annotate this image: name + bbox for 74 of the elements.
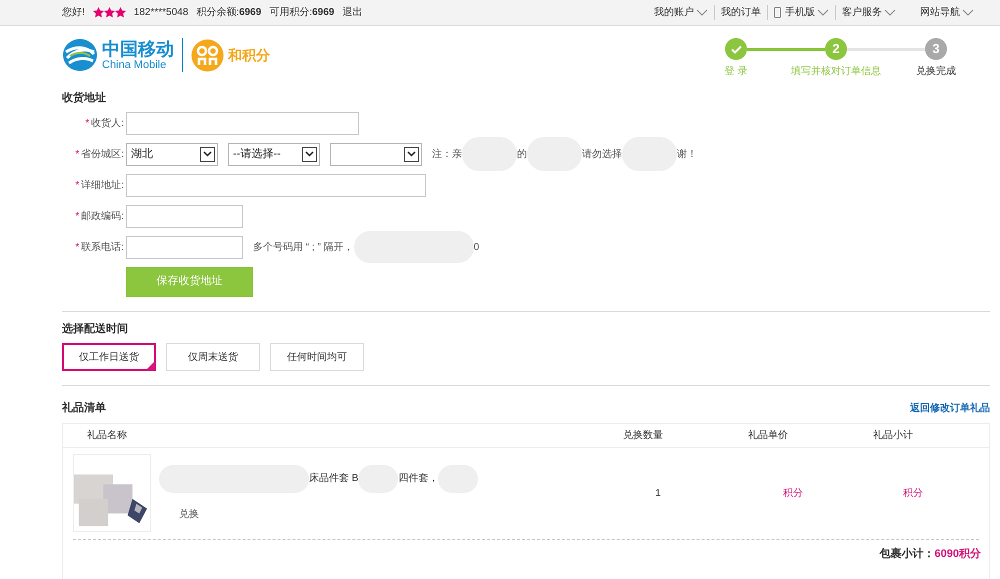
nav-menu-link[interactable]: 手机版 — [785, 5, 815, 20]
delivery-option[interactable]: 任何时间均可 — [270, 343, 364, 371]
star-icon — [104, 7, 115, 18]
text-input-field[interactable] — [126, 236, 243, 258]
nav-menu-link[interactable]: 我的账户 — [654, 5, 694, 20]
column-header: 兑换数量 — [622, 428, 664, 442]
field-label: 收货人: — [91, 116, 124, 130]
note-text: 注：亲 — [432, 148, 462, 162]
hint-text: 0 — [474, 240, 480, 254]
note-text: 的 — [517, 148, 527, 162]
step-indicator: 3 — [925, 38, 947, 60]
field-label: 详细地址: — [81, 178, 124, 192]
text-input-field[interactable] — [126, 204, 243, 228]
star-icon — [114, 7, 126, 18]
china-mobile-logo-icon — [62, 38, 98, 72]
note-text: 谢！ — [677, 148, 697, 162]
points-logo-icon — [191, 38, 224, 72]
delivery-option[interactable]: 仅周末送货 — [166, 343, 260, 371]
exchange-method-text: 兑换 — [179, 508, 200, 522]
gift-name-text: 四件套， — [398, 472, 438, 486]
dropdown-select[interactable]: 湖北 — [126, 142, 218, 166]
field-label: 省份城区: — [81, 148, 124, 162]
mobile-phone-icon — [774, 7, 781, 18]
package-subtotal-label: 包裹小计： — [880, 546, 935, 562]
back-to-edit-link[interactable]: 返回修改订单礼品 — [910, 400, 990, 416]
chevron-down-icon — [962, 9, 974, 16]
text-input-field[interactable] — [126, 174, 426, 196]
required-mark: * — [75, 240, 80, 254]
nav-menu-link[interactable]: 网站导航 — [920, 5, 960, 20]
section-title: 收货地址 — [62, 90, 107, 106]
logout-link[interactable]: 退出 — [342, 5, 362, 20]
step-label: 填写并核对订单信息 — [791, 64, 881, 79]
unit-price-cell-text: 积分 — [782, 486, 804, 500]
nav-menu-link[interactable]: 客户服务 — [842, 5, 882, 20]
required-mark: * — [75, 178, 80, 192]
hint-text: 多个号码用 “ ; ” 隔开， — [253, 240, 354, 254]
logo-chinese-text: 中国移动 — [102, 40, 174, 58]
chevron-down-icon — [817, 9, 829, 16]
balance-label: 积分余额: — [196, 6, 240, 20]
section-title: 礼品清单 — [62, 400, 106, 416]
step-label: 兑换完成 — [916, 64, 956, 79]
balance-value: 6969 — [239, 6, 262, 20]
points-brand-text: 和积分 — [228, 46, 270, 64]
chevron-down-icon — [696, 9, 708, 16]
section-title: 选择配送时间 — [62, 322, 129, 336]
step-indicator: 2 — [825, 38, 847, 60]
package-subtotal-value: 6090积分 — [934, 546, 981, 562]
checkmark-icon — [730, 44, 742, 54]
field-label: 邮政编码: — [81, 210, 124, 224]
subtotal-cell-text: 积分 — [902, 486, 924, 500]
column-header: 礼品小计 — [872, 428, 914, 442]
required-mark: * — [75, 210, 80, 224]
step-label: 登 录 — [724, 65, 748, 79]
required-mark: * — [75, 148, 80, 162]
note-text: 请勿选择 — [582, 148, 622, 162]
text-input-field[interactable] — [126, 112, 359, 134]
corner-check-icon — [147, 362, 154, 369]
column-header: 礼品单价 — [747, 428, 789, 442]
column-header: 礼品名称 — [86, 428, 128, 442]
field-label: 联系电话: — [81, 240, 124, 254]
quantity-cell-text: 1 — [654, 486, 662, 500]
logo-english-text: China Mobile — [102, 60, 168, 70]
star-icon — [92, 7, 104, 18]
dropdown-select[interactable]: --请选择-- — [228, 142, 320, 166]
greeting: 您好! — [62, 6, 85, 20]
nav-menu-link[interactable]: 我的订单 — [721, 5, 761, 20]
available-label: 可用积分: — [269, 6, 312, 20]
delivery-option[interactable]: 仅工作日送货 — [62, 343, 156, 371]
chevron-down-icon — [884, 9, 896, 16]
phone-number: 182****5048 — [134, 6, 188, 20]
available-value: 6969 — [312, 6, 334, 20]
dropdown-select[interactable] — [330, 142, 422, 166]
required-mark: * — [85, 116, 90, 130]
gift-name-text: 床品件套 B — [309, 472, 358, 486]
